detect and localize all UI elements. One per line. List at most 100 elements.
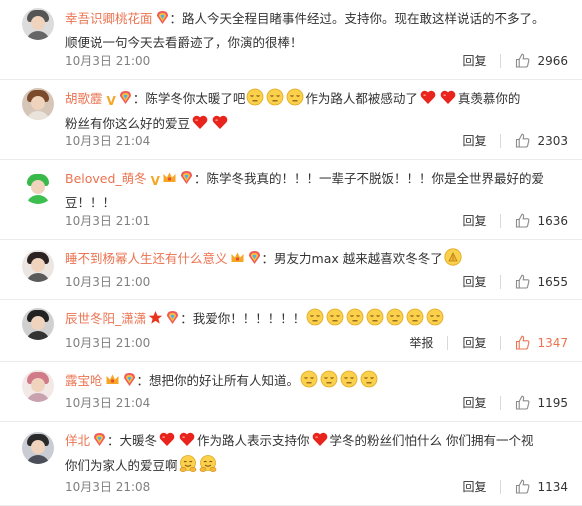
comment-timestamp: 10月3日 21:00 [65, 336, 151, 350]
user-avatar[interactable] [22, 88, 54, 120]
like-count: 1195 [537, 395, 568, 410]
sad-emoji-icon [346, 308, 364, 333]
username-link[interactable]: Beloved_萌冬 [65, 171, 147, 186]
comment-actions: 回复 1655 [448, 273, 568, 290]
reply-button[interactable]: 回复 [448, 212, 500, 229]
crown-badge-icon[interactable] [230, 250, 245, 272]
user-avatar[interactable] [22, 8, 54, 40]
heart-emoji-icon [311, 430, 329, 455]
sad-emoji-icon [306, 308, 324, 333]
comment-item: 露宝呛 ：想把你的好让所有人知道。 10月3日 21:04 回复 1195 [0, 362, 582, 422]
heart-emoji-icon [178, 430, 196, 455]
username-link[interactable]: 露宝呛 [65, 373, 103, 388]
user-avatar[interactable] [22, 308, 54, 340]
heart-emoji-icon [211, 113, 229, 138]
like-button[interactable]: 2303 [501, 133, 568, 148]
sad-emoji-icon [286, 88, 304, 113]
rainbow-badge-icon[interactable] [92, 432, 107, 454]
heart-emoji-icon [191, 113, 209, 138]
rainbow-badge-icon[interactable] [155, 10, 170, 32]
reply-button[interactable]: 回复 [448, 394, 500, 411]
comment-timestamp: 10月3日 21:00 [65, 54, 151, 68]
like-button[interactable]: 2966 [501, 53, 568, 68]
crown-badge-icon[interactable] [105, 372, 120, 394]
reply-button[interactable]: 回复 [448, 478, 500, 495]
comment-timestamp: 10月3日 21:04 [65, 396, 151, 410]
thumbs-up-icon [515, 133, 537, 148]
crown-badge-icon[interactable] [162, 170, 177, 192]
comment-segment: ：大暖冬 [107, 433, 158, 448]
rainbow-badge-icon[interactable] [118, 90, 133, 112]
vip-badge-icon[interactable]: V [105, 90, 116, 112]
reply-button[interactable]: 回复 [448, 273, 500, 290]
comment-text: 幸吾识卿桃花面 ：路人今天全程目睹事件经过。支持你。现在敢这样说话的不多了。 顺便说… [65, 8, 565, 54]
sad-emoji-icon [426, 308, 444, 333]
user-avatar[interactable] [22, 172, 54, 204]
comment-segment: ：男友力max 越来越喜欢冬冬了 [261, 251, 443, 266]
like-button[interactable]: 1195 [501, 395, 568, 410]
sad-emoji-icon [406, 308, 424, 333]
sad-emoji-icon [300, 370, 318, 395]
username-link[interactable]: 幸吾识卿桃花面 [65, 11, 153, 26]
comment-segment: 学冬的粉丝们怕什么 你们拥有一个视 [329, 433, 534, 448]
comment-text: Beloved_萌冬 V ：陈学冬我真的！！！一辈子不脱饭！！！你是全世界最好的爱豆… [65, 168, 565, 214]
thumbs-up-icon [515, 479, 537, 494]
heart-emoji-icon [158, 430, 176, 455]
sad-emoji-icon [246, 88, 264, 113]
rainbow-badge-icon[interactable] [247, 250, 262, 272]
like-count: 1134 [537, 479, 568, 494]
report-button[interactable]: 举报 [395, 334, 447, 351]
user-avatar[interactable] [22, 250, 54, 282]
comment-item: 胡歌靂 V ：陈学冬你太暖了吧 作为路人都被感动了 真羡慕你的 粉丝有你这么好的爱豆 10月… [0, 80, 582, 160]
thumbs-up-icon [515, 274, 537, 289]
like-count: 2303 [537, 133, 568, 148]
rainbow-badge-icon[interactable] [179, 170, 194, 192]
like-button[interactable]: 1636 [501, 213, 568, 228]
username-link[interactable]: 辰世冬阳_潇潇 [65, 311, 146, 326]
sad-emoji-icon [320, 370, 338, 395]
like-count: 1655 [537, 274, 568, 289]
sad-emoji-icon [326, 308, 344, 333]
thumbs-up-icon [515, 53, 537, 68]
rainbow-badge-icon[interactable] [165, 310, 180, 332]
clap-emoji-icon [444, 248, 462, 273]
star-badge-icon[interactable] [148, 310, 163, 332]
comment-timestamp: 10月3日 21:04 [65, 134, 151, 148]
username-link[interactable]: 睡不到杨幂人生还有什么意义 [65, 251, 228, 266]
username-link[interactable]: 佯北 [65, 433, 90, 448]
comment-timestamp: 10月3日 21:01 [65, 214, 151, 228]
heart-emoji-icon [419, 88, 437, 113]
comment-text: 露宝呛 ：想把你的好让所有人知道。 [65, 370, 565, 395]
comment-actions: 回复 1636 [448, 212, 568, 229]
like-button[interactable]: 1347 [501, 335, 568, 350]
comment-segment: 作为路人都被感动了 [305, 91, 418, 106]
rainbow-badge-icon[interactable] [122, 372, 137, 394]
like-count: 2966 [537, 53, 568, 68]
vip-badge-icon[interactable]: V [149, 170, 160, 192]
hug-emoji-icon [199, 455, 217, 480]
comment-segment: ：路人今天全程目睹事件经过。支持你。现在敢这样说话的不多了。 [169, 11, 545, 26]
comment-actions: 回复 2966 [448, 52, 568, 69]
comment-text: 佯北 ：大暖冬 作为路人表示支持你 学冬的粉丝们怕什么 你们拥有一个视你们为家人的爱豆… [65, 430, 565, 480]
sad-emoji-icon [360, 370, 378, 395]
user-avatar[interactable] [22, 432, 54, 464]
comment-segment: 作为路人表示支持你 [197, 433, 310, 448]
comment-text: 辰世冬阳_潇潇 ：我爱你！！！！！！ [65, 308, 565, 333]
like-button[interactable]: 1134 [501, 479, 568, 494]
reply-button[interactable]: 回复 [448, 132, 500, 149]
like-button[interactable]: 1655 [501, 274, 568, 289]
heart-emoji-icon [439, 88, 457, 113]
username-link[interactable]: 胡歌靂 [65, 91, 103, 106]
comment-actions: 回复 2303 [448, 132, 568, 149]
like-count: 1636 [537, 213, 568, 228]
comment-segment: 你们为家人的爱豆啊 [65, 458, 178, 473]
comment-text: 睡不到杨幂人生还有什么意义 ：男友力max 越来越喜欢冬冬了 [65, 248, 565, 273]
reply-button[interactable]: 回复 [448, 52, 500, 69]
hug-emoji-icon [179, 455, 197, 480]
like-count: 1347 [537, 335, 568, 350]
comment-segment: 真羡慕你的 [457, 91, 521, 106]
user-avatar[interactable] [22, 370, 54, 402]
reply-button[interactable]: 回复 [448, 334, 500, 351]
thumbs-up-icon [515, 213, 537, 228]
comment-item: 幸吾识卿桃花面 ：路人今天全程目睹事件经过。支持你。现在敢这样说话的不多了。 顺便说… [0, 0, 582, 80]
